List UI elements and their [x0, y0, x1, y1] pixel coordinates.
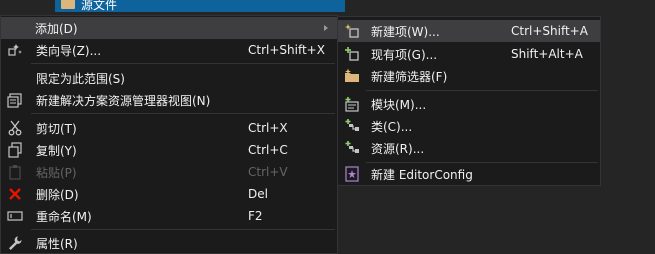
new-item-icon: [344, 23, 360, 39]
menu-item-label: 删除(D): [36, 187, 79, 202]
menu-separator: [31, 229, 335, 230]
menu-item-class-wizard[interactable]: 类向导(Z)... Ctrl+Shift+X: [1, 39, 337, 61]
menu-item-shortcut: Ctrl+C: [248, 143, 288, 157]
paste-icon: [7, 164, 23, 180]
menu-item-label: 粘贴(P): [36, 165, 77, 180]
menu-separator: [366, 90, 598, 91]
submenu-item-existing-item[interactable]: 现有项(G)... Shift+Alt+A: [338, 43, 600, 65]
menu-item-label: 新建 EditorConfig: [371, 167, 473, 182]
menu-item-label: 资源(R)...: [371, 141, 425, 156]
screen: 源文件 添加(D) 类向导(Z)... Ctrl+Shift+X 限定为此范围(…: [0, 0, 655, 254]
menu-item-shortcut: Ctrl+Shift+X: [248, 43, 325, 57]
menu-separator: [31, 63, 335, 64]
resource-icon: [344, 140, 360, 156]
submenu-arrow-icon: [324, 25, 328, 31]
submenu-item-new-filter[interactable]: 新建筛选器(F): [338, 65, 600, 87]
menu-item-label: 模块(M)...: [371, 97, 427, 112]
menu-item-scope-to-this[interactable]: 限定为此范围(S): [1, 67, 337, 89]
copy-icon: [7, 142, 23, 158]
new-filter-folder-icon: [344, 68, 360, 84]
submenu-item-module[interactable]: 模块(M)...: [338, 93, 600, 115]
menu-item-label: 限定为此范围(S): [36, 71, 125, 86]
existing-item-icon: [344, 46, 360, 62]
folder-icon: [61, 0, 75, 9]
menu-item-label: 现有项(G)...: [371, 47, 438, 62]
menu-item-label: 剪切(T): [36, 121, 77, 136]
menu-item-label: 新建解决方案资源管理器视图(N): [36, 93, 211, 108]
submenu-item-resource[interactable]: 资源(R)...: [338, 137, 600, 159]
menu-item-shortcut: Del: [248, 187, 268, 201]
tree-node-label: 源文件: [81, 0, 118, 12]
menu-item-rename[interactable]: 重命名(M) F2: [1, 205, 337, 227]
submenu-item-new-item[interactable]: 新建项(W)... Ctrl+Shift+A: [338, 20, 600, 42]
menu-item-cut[interactable]: 剪切(T) Ctrl+X: [1, 117, 337, 139]
delete-icon: [7, 186, 23, 202]
submenu-item-class[interactable]: 类(C)...: [338, 115, 600, 137]
wrench-icon: [7, 235, 23, 251]
menu-item-shortcut: F2: [248, 209, 263, 223]
menu-item-label: 属性(R): [36, 236, 78, 251]
menu-item-shortcut: Ctrl+Shift+A: [511, 24, 588, 38]
menu-item-properties[interactable]: 属性(R): [1, 232, 337, 254]
tree-node-source-files[interactable]: 源文件: [55, 0, 345, 12]
class-wizard-icon: [7, 42, 23, 58]
scissors-icon: [7, 120, 23, 136]
class-icon: [344, 118, 360, 134]
solution-explorer-strip: 源文件: [0, 0, 345, 16]
menu-item-shortcut: Ctrl+X: [248, 121, 288, 135]
menu-item-add[interactable]: 添加(D): [1, 17, 337, 39]
add-submenu: 新建项(W)... Ctrl+Shift+A 现有项(G)... Shift+A…: [337, 16, 601, 186]
rename-icon: [7, 208, 23, 224]
editorconfig-icon: [344, 166, 360, 182]
module-icon: [344, 96, 360, 112]
menu-item-paste[interactable]: 粘贴(P) Ctrl+V: [1, 161, 337, 183]
menu-item-label: 新建筛选器(F): [371, 69, 448, 84]
menu-item-label: 新建项(W)...: [371, 24, 440, 39]
menu-item-label: 添加(D): [35, 21, 78, 36]
menu-item-label: 类(C)...: [371, 119, 413, 134]
menu-item-label: 重命名(M): [36, 209, 92, 224]
menu-item-delete[interactable]: 删除(D) Del: [1, 183, 337, 205]
menu-item-new-explorer-view[interactable]: 新建解决方案资源管理器视图(N): [1, 89, 337, 111]
menu-item-copy[interactable]: 复制(Y) Ctrl+C: [1, 139, 337, 161]
new-view-icon: [7, 92, 23, 108]
context-menu: 添加(D) 类向导(Z)... Ctrl+Shift+X 限定为此范围(S) 新…: [0, 15, 338, 254]
submenu-item-new-editorconfig[interactable]: 新建 EditorConfig: [338, 163, 600, 185]
menu-item-label: 复制(Y): [36, 143, 77, 158]
menu-separator: [31, 113, 335, 114]
menu-item-shortcut: Ctrl+V: [248, 165, 288, 179]
menu-item-label: 类向导(Z)...: [36, 43, 102, 58]
menu-item-shortcut: Shift+Alt+A: [511, 47, 583, 61]
